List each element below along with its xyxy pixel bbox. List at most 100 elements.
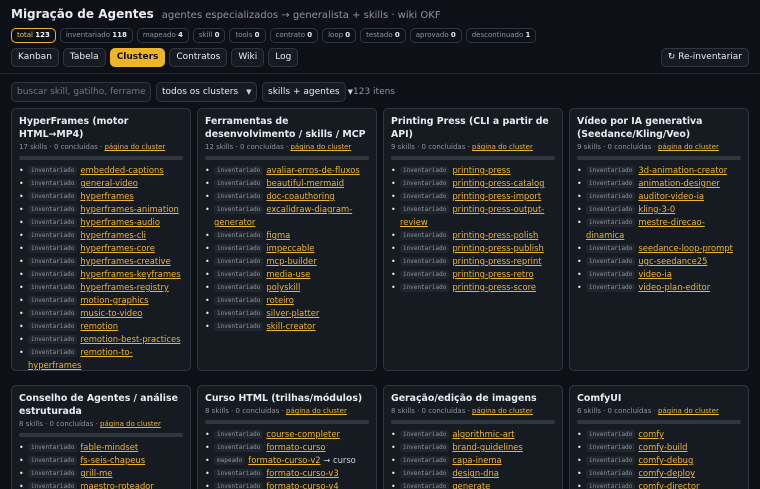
cluster-page-link[interactable]: página do cluster: [658, 143, 719, 151]
status-chip-total[interactable]: total 123: [11, 28, 56, 43]
skill-link[interactable]: formato-curso: [266, 442, 325, 452]
skill-link[interactable]: polyskill: [266, 282, 300, 292]
status-chip-descontinuado[interactable]: descontinuado 1: [465, 28, 537, 43]
skill-link[interactable]: hyperframes-cli: [80, 230, 146, 240]
skill-list-item: inventariadofs-seis-chapeus: [19, 454, 183, 467]
tab-clusters[interactable]: Clusters: [109, 48, 166, 67]
skill-link[interactable]: hyperframes-creative: [80, 256, 170, 266]
status-chip-count: 0: [345, 31, 351, 39]
type-select[interactable]: skills + agentes ▼: [262, 82, 353, 102]
skill-list: inventariadoembedded-captionsinventariad…: [19, 164, 183, 370]
skill-link[interactable]: doc-coauthoring: [266, 191, 334, 201]
skill-link[interactable]: comfy-deploy: [638, 468, 695, 478]
skill-link[interactable]: design-dna: [452, 468, 499, 478]
skill-link[interactable]: hyperframes-animation: [80, 204, 179, 214]
skill-link[interactable]: hyperframes-core: [80, 243, 155, 253]
skill-link[interactable]: printing-press-catalog: [452, 178, 544, 188]
chevron-down-icon: ▼: [246, 88, 252, 96]
tab-tabela[interactable]: Tabela: [62, 48, 106, 67]
skill-link[interactable]: printing-press-reprint: [452, 256, 541, 266]
cluster-page-link[interactable]: página do cluster: [658, 407, 719, 415]
skill-link[interactable]: remotion: [80, 321, 118, 331]
status-badge: inventariado: [214, 283, 264, 292]
skill-link[interactable]: grill-me: [80, 468, 112, 478]
skill-list-item: mapeadoformato-curso-v2 → curso: [205, 454, 369, 467]
skill-link[interactable]: video-plan-editor: [638, 282, 710, 292]
skill-list: inventariadoalgorithmic-artinventariadob…: [391, 428, 555, 489]
skill-link[interactable]: printing-press-score: [452, 282, 536, 292]
status-badge: inventariado: [400, 257, 450, 266]
skill-link[interactable]: fable-mindset: [80, 442, 138, 452]
skill-link[interactable]: printing-press-publish: [452, 243, 543, 253]
skill-link[interactable]: animation-designer: [638, 178, 720, 188]
skill-link[interactable]: motion-graphics: [80, 295, 148, 305]
skill-link[interactable]: roteiro: [266, 295, 294, 305]
skill-link[interactable]: hyperframes-registry: [80, 282, 169, 292]
skill-link[interactable]: generate: [452, 481, 490, 489]
cluster-page-link[interactable]: página do cluster: [290, 143, 351, 151]
skill-link[interactable]: silver-platter: [266, 308, 319, 318]
skill-link[interactable]: remotion-best-practices: [80, 334, 180, 344]
skill-link[interactable]: capa-inema: [452, 455, 501, 465]
skill-link[interactable]: comfy-director: [638, 481, 699, 489]
status-chip-inventariado[interactable]: inventariado 118: [59, 28, 133, 43]
skill-link[interactable]: printing-press-retro: [452, 269, 533, 279]
skill-link[interactable]: comfy-debug: [638, 455, 693, 465]
cluster-page-link[interactable]: página do cluster: [472, 143, 533, 151]
skill-link[interactable]: beautiful-mermaid: [266, 178, 344, 188]
skill-link[interactable]: general-video: [80, 178, 138, 188]
skill-link[interactable]: hyperframes-audio: [80, 217, 160, 227]
skill-link[interactable]: video-ia: [638, 269, 672, 279]
skill-link[interactable]: seedance-loop-prompt: [638, 243, 733, 253]
status-chip-loop[interactable]: loop 0: [322, 28, 357, 43]
cluster-select[interactable]: todos os clusters ▼: [156, 82, 257, 102]
tab-log[interactable]: Log: [268, 48, 299, 67]
skill-link[interactable]: course-completer: [266, 429, 340, 439]
search-input[interactable]: [11, 82, 151, 102]
skill-link[interactable]: music-to-video: [80, 308, 142, 318]
status-chip-aprovado[interactable]: aprovado 0: [409, 28, 462, 43]
status-chip-testado[interactable]: testado 0: [360, 28, 406, 43]
skill-link[interactable]: mcp-builder: [266, 256, 316, 266]
skill-link[interactable]: formato-curso-v4: [266, 481, 338, 489]
cluster-page-link[interactable]: página do cluster: [472, 407, 533, 415]
skill-link[interactable]: formato-curso-v3: [266, 468, 338, 478]
tab-contratos[interactable]: Contratos: [169, 48, 228, 67]
skill-list-item: inventariadohyperframes-animation: [19, 203, 183, 216]
status-chip-skill[interactable]: skill 0: [192, 28, 226, 43]
skill-link[interactable]: impeccable: [266, 243, 314, 253]
skill-link[interactable]: hyperframes: [80, 191, 133, 201]
skill-link[interactable]: kling-3-0: [638, 204, 675, 214]
skill-link[interactable]: brand-guidelines: [452, 442, 522, 452]
tab-kanban[interactable]: Kanban: [11, 48, 59, 67]
tab-wiki[interactable]: Wiki: [231, 48, 265, 67]
skill-link[interactable]: avaliar-erros-de-fluxos: [266, 165, 359, 175]
skill-link[interactable]: 3d-animation-creator: [638, 165, 727, 175]
cluster-page-link[interactable]: página do cluster: [100, 420, 161, 428]
reinventory-button[interactable]: ↻ Re-inventariar: [660, 48, 749, 67]
skill-link[interactable]: embedded-captions: [80, 165, 163, 175]
skill-link[interactable]: formato-curso-v2: [248, 455, 320, 465]
skill-link[interactable]: printing-press-import: [452, 191, 541, 201]
status-chip-mapeado[interactable]: mapeado 4: [136, 28, 189, 43]
status-chip-tools[interactable]: tools 0: [229, 28, 266, 43]
cluster-page-link[interactable]: página do cluster: [104, 143, 165, 151]
status-chip-contrato[interactable]: contrato 0: [269, 28, 319, 43]
skill-link[interactable]: algorithmic-art: [452, 429, 514, 439]
skill-list-item: inventariadomusic-to-video: [19, 307, 183, 320]
skill-link[interactable]: skill-creator: [266, 321, 315, 331]
skill-link[interactable]: comfy-build: [638, 442, 687, 452]
skill-link[interactable]: ugc-seedance25: [638, 256, 707, 266]
skill-link[interactable]: printing-press-polish: [452, 230, 538, 240]
type-select-value: skills + agentes: [268, 87, 340, 97]
skill-link[interactable]: hyperframes-keyframes: [80, 269, 180, 279]
skill-link[interactable]: comfy: [638, 429, 664, 439]
skill-link[interactable]: maestro-roteador: [80, 481, 154, 489]
skill-link[interactable]: printing-press: [452, 165, 510, 175]
app-subtitle: agentes especializados → generalista + s…: [161, 10, 441, 21]
cluster-page-link[interactable]: página do cluster: [286, 407, 347, 415]
skill-link[interactable]: fs-seis-chapeus: [80, 455, 145, 465]
skill-link[interactable]: media-use: [266, 269, 310, 279]
skill-link[interactable]: figma: [266, 230, 290, 240]
skill-link[interactable]: auditor-video-ia: [638, 191, 704, 201]
